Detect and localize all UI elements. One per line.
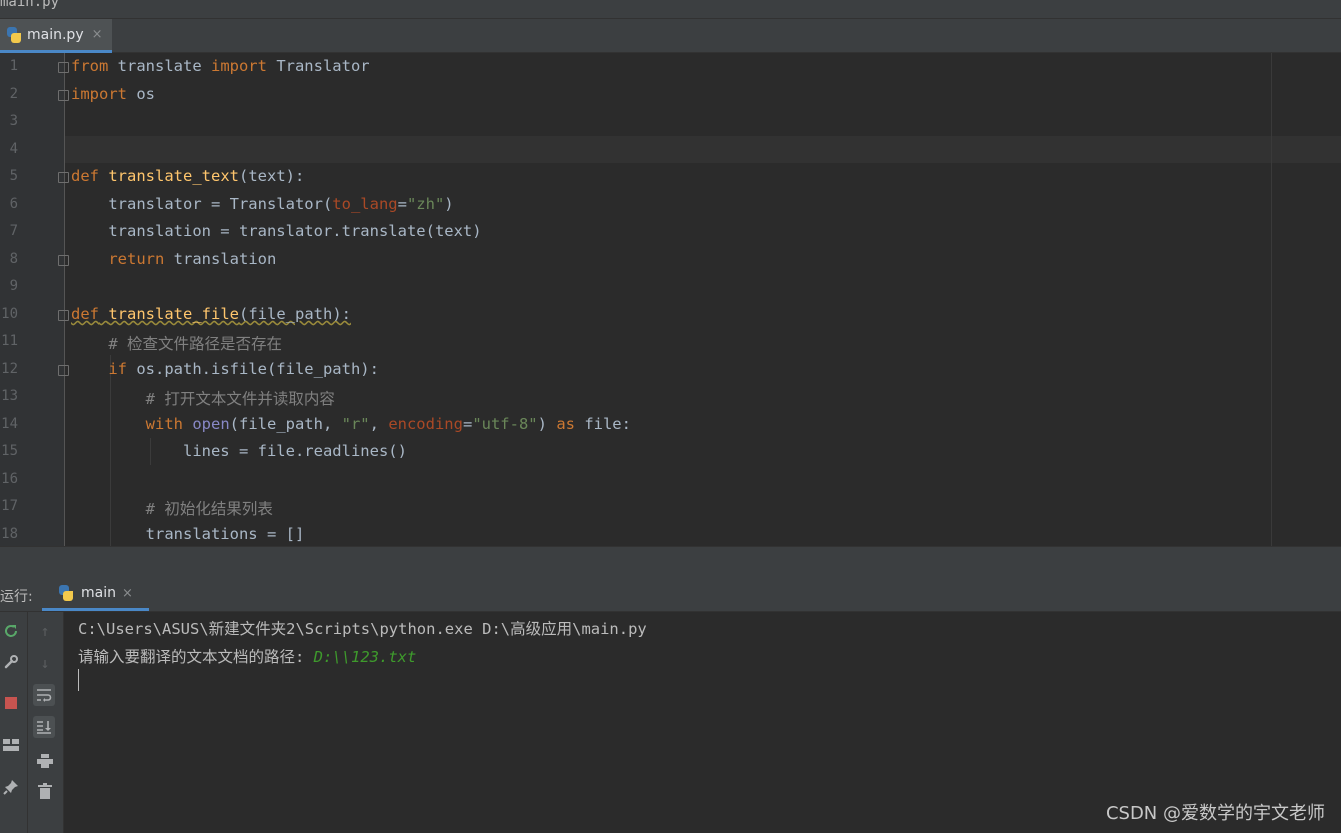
code-line-7: translation = translator.translate(text) xyxy=(71,222,482,240)
right-margin-guide xyxy=(1271,53,1272,546)
code-line-17: # 初始化结果列表 xyxy=(71,500,273,518)
line-number: 9 xyxy=(9,278,18,294)
soft-wrap-icon[interactable] xyxy=(33,684,55,706)
line-number-gutter: 1 2 3 4 5 6 7 8 9 10 11 12 13 14 15 16 1… xyxy=(0,53,65,546)
code-line-1: from translate import Translator xyxy=(71,57,370,75)
csdn-watermark: CSDN @爱数学的宇文老师 xyxy=(1105,803,1325,824)
console-user-input: D:\\123.txt xyxy=(313,648,417,666)
code-line-13: # 打开文本文件并读取内容 xyxy=(71,390,335,408)
print-icon[interactable] xyxy=(34,750,56,772)
code-line-14: with open(file_path, "r", encoding="utf-… xyxy=(71,415,631,433)
line-number: 18 xyxy=(1,526,18,542)
run-panel-header: 运行: main × xyxy=(0,578,1341,612)
line-number: 13 xyxy=(1,388,18,404)
line-number: 15 xyxy=(1,443,18,459)
fold-marker-icon[interactable] xyxy=(58,62,69,73)
code-line-18: translations = [] xyxy=(71,525,305,543)
code-line-11: # 检查文件路径是否存在 xyxy=(71,335,282,353)
panel-splitter[interactable] xyxy=(0,546,1341,579)
editor-tab-bar: main.py × xyxy=(0,19,1341,53)
run-panel-label: 运行: xyxy=(0,589,33,605)
text-cursor xyxy=(78,669,79,691)
python-file-icon xyxy=(6,26,22,43)
run-tab-close-icon[interactable]: × xyxy=(122,586,133,601)
run-tab-main[interactable]: main × xyxy=(42,578,149,611)
code-line-5: def translate_text(text): xyxy=(71,167,305,185)
line-number: 16 xyxy=(1,471,18,487)
stop-icon[interactable] xyxy=(0,692,22,714)
line-number: 3 xyxy=(9,113,18,129)
line-number: 14 xyxy=(1,416,18,432)
editor-tab-main-py[interactable]: main.py × xyxy=(0,19,112,53)
line-number: 8 xyxy=(9,251,18,267)
tab-close-icon[interactable]: × xyxy=(92,27,103,42)
line-number: 17 xyxy=(1,498,18,514)
line-number: 10 xyxy=(1,306,18,322)
line-number: 5 xyxy=(9,168,18,184)
trash-icon[interactable] xyxy=(34,780,56,802)
scroll-to-end-icon[interactable] xyxy=(33,716,55,738)
python-run-icon xyxy=(58,585,74,601)
line-number: 4 xyxy=(9,141,18,157)
console-toolbar: ↑ ↓ xyxy=(28,612,64,833)
line-number: 6 xyxy=(9,196,18,212)
console-command-line: C:\Users\ASUS\新建文件夹2\Scripts\python.exe … xyxy=(78,620,647,638)
console-prompt: 请输入要翻译的文本文档的路径: xyxy=(78,648,314,666)
down-arrow-icon[interactable]: ↓ xyxy=(34,652,56,674)
code-line-10: def translate_file(file_path): xyxy=(71,305,351,323)
wrench-icon[interactable] xyxy=(0,651,22,673)
fold-marker-icon[interactable] xyxy=(58,90,69,101)
code-line-12: if os.path.isfile(file_path): xyxy=(71,360,379,378)
fold-marker-icon[interactable] xyxy=(58,365,69,376)
line-number: 12 xyxy=(1,361,18,377)
code-line-6: translator = Translator(to_lang="zh") xyxy=(71,195,454,213)
fold-marker-icon[interactable] xyxy=(58,255,69,266)
run-actions-bar xyxy=(0,612,28,833)
fold-marker-icon[interactable] xyxy=(58,310,69,321)
code-line-15: lines = file.readlines() xyxy=(71,442,407,460)
editor-tab-label: main.py xyxy=(27,26,84,43)
line-number: 7 xyxy=(9,223,18,239)
line-number: 1 xyxy=(9,58,18,74)
current-line-highlight xyxy=(64,136,1341,163)
code-line-2: import os xyxy=(71,85,155,103)
line-number: 11 xyxy=(1,333,18,349)
fold-marker-icon[interactable] xyxy=(58,172,69,183)
window-titlebar: main.py xyxy=(0,0,1341,19)
run-tab-label: main xyxy=(81,585,116,601)
window-title: main.py xyxy=(0,0,60,10)
line-number: 2 xyxy=(9,86,18,102)
console-prompt-line: 请输入要翻译的文本文档的路径: D:\\123.txt xyxy=(78,645,416,667)
pin-icon[interactable] xyxy=(0,776,22,798)
layout-icon[interactable] xyxy=(0,734,22,756)
up-arrow-icon[interactable]: ↑ xyxy=(34,620,56,642)
rerun-icon[interactable] xyxy=(0,620,22,642)
code-line-8: return translation xyxy=(71,250,277,268)
code-editor[interactable]: 1 2 3 4 5 6 7 8 9 10 11 12 13 14 15 16 1… xyxy=(0,53,1341,546)
